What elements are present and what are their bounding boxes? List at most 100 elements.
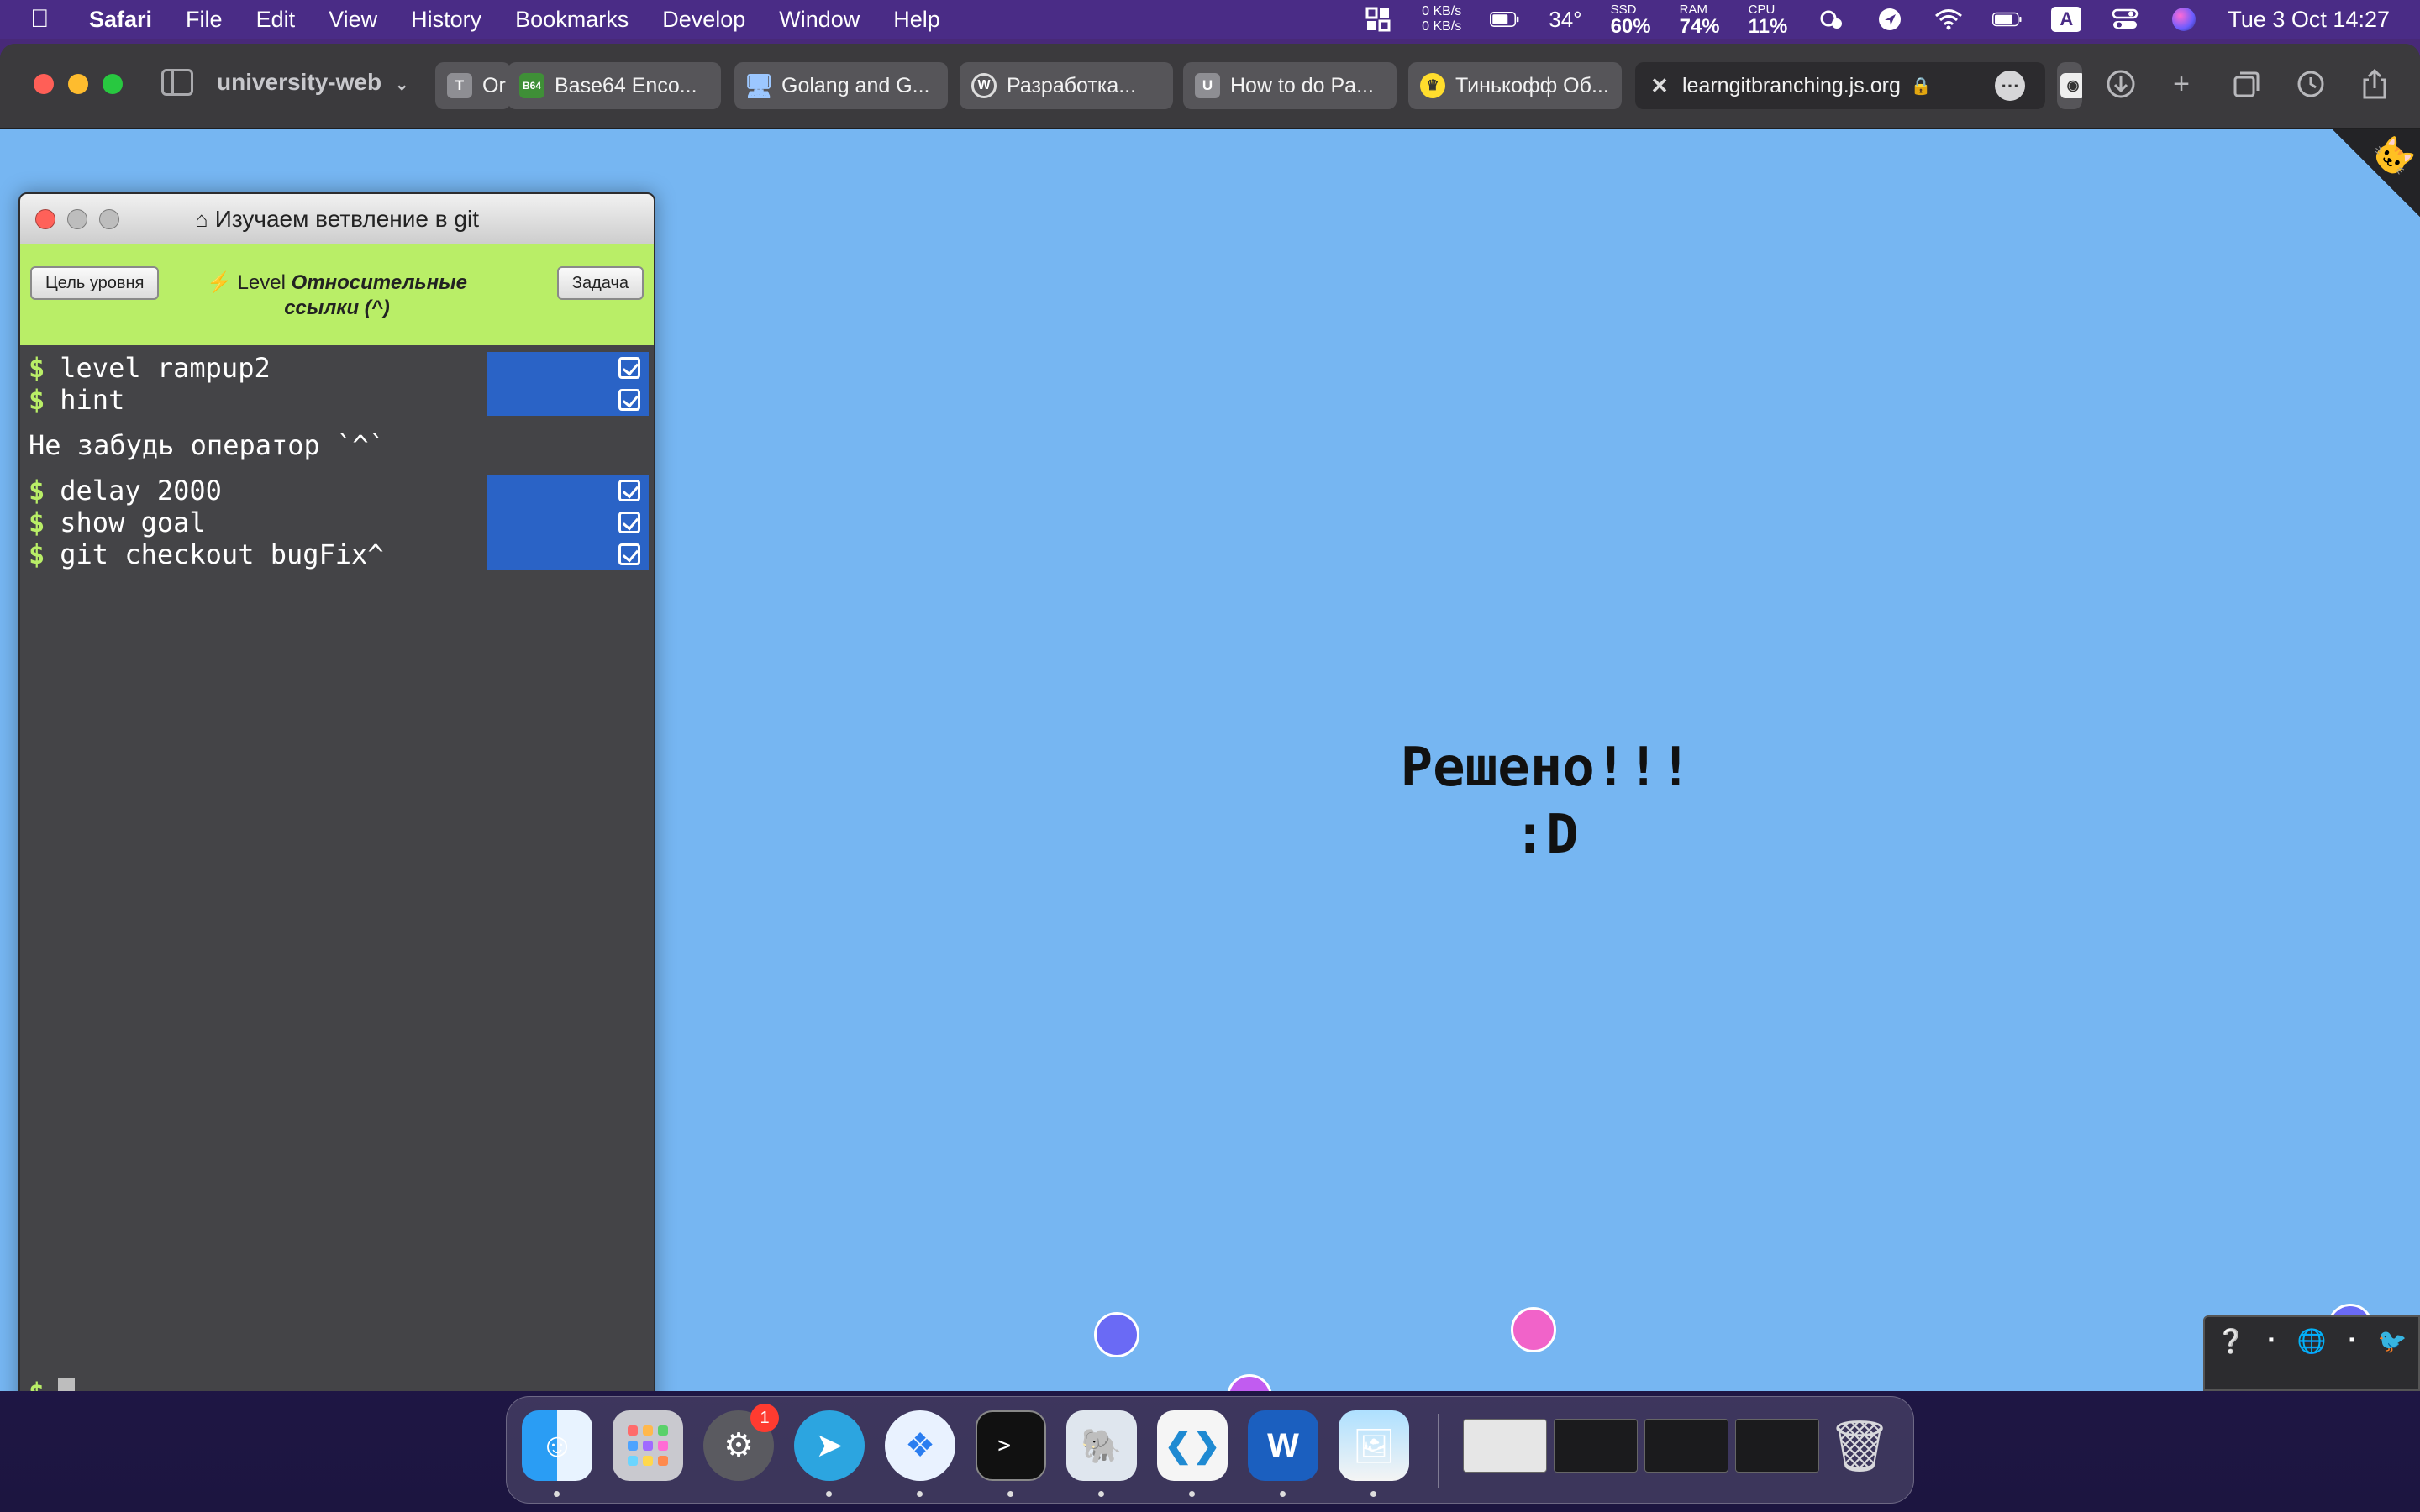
telegram-icon[interactable]: ➤ [794,1410,865,1481]
tab-3[interactable]: W Разработка... [960,62,1173,109]
level-goal-button[interactable]: Цель уровня [30,266,160,300]
check-icon [618,512,640,533]
objective-button[interactable]: Задача [556,266,644,300]
tab-label: learngitbranching.js.org [1682,73,1901,97]
battery-icon[interactable] [1992,7,2023,32]
minimize-window-button[interactable] [68,74,88,94]
temperature[interactable]: 34° [1549,7,1581,33]
safari-window: university-web ⌄ T Or B64 Base64 Enco...… [0,44,2420,1391]
close-icon[interactable]: ✕ [1647,73,1672,98]
prompt-symbol: $ [29,352,45,384]
input-source-icon[interactable]: A [2051,7,2082,32]
tab-label: Base64 Enco... [555,73,697,97]
close-window-button[interactable] [34,74,54,94]
monitor-icon: 🖥 [744,72,774,99]
github-corner-ribbon[interactable]: 🐱 [2333,129,2420,217]
terminal-window-controls [35,209,119,229]
apple-menu-icon[interactable]:  [30,5,64,34]
input-source-label: A [2051,7,2082,32]
commit-node[interactable] [1511,1307,1556,1352]
menu-develop[interactable]: Develop [662,7,745,33]
tab-overview-icon[interactable] [2228,66,2265,102]
command-status [487,384,649,416]
postgres-icon[interactable]: 🐘 [1066,1410,1137,1481]
menu-help[interactable]: Help [893,7,940,33]
cpu-stat[interactable]: CPU 11% [1749,3,1788,37]
separator-dot: ▪ [2349,1331,2355,1349]
bolt-icon: ⚡ [207,271,232,294]
tab-overflow[interactable]: ◉ [2057,62,2082,109]
sidebar-toggle-icon[interactable] [161,69,193,96]
command-input[interactable]: $ [29,1377,76,1391]
page-menu-icon[interactable]: ⋯ [1995,71,2025,101]
minimized-window-thumbnail[interactable] [1463,1419,1547,1473]
tab-0[interactable]: T Or [435,62,511,109]
globe-icon[interactable]: 🌐 [2297,1327,2327,1355]
minimized-window-thumbnail[interactable] [1644,1419,1728,1473]
word-icon[interactable]: W [1248,1410,1318,1481]
hint-output: Не забудь оператор `^` [29,429,385,461]
network-stat[interactable]: 0 KB/s 0 KB/s [1422,4,1461,34]
command-text: git checkout bugFix^ [60,538,384,570]
net-down: 0 KB/s [1422,19,1462,34]
menu-bookmarks[interactable]: Bookmarks [515,7,629,33]
location-icon[interactable] [1875,7,1905,32]
tab-5[interactable]: ♛ Тинькофф Об... [1408,62,1622,109]
chevron-down-icon: ⌄ [394,76,409,94]
menu-app-name[interactable]: Safari [89,7,152,33]
tab-group-name: university-web [217,69,382,95]
menu-edit[interactable]: Edit [256,7,296,33]
menu-history[interactable]: History [411,7,481,33]
battery-stat-icon[interactable] [1490,7,1520,32]
minimized-window-thumbnail[interactable] [1735,1419,1819,1473]
net-up: 0 KB/s [1422,4,1462,18]
ssd-value: 60% [1610,14,1651,38]
menu-bar:  Safari File Edit View History Bookmark… [0,0,2420,39]
terminal-zoom-button[interactable] [99,209,119,229]
menubar-clock[interactable]: Tue 3 Oct 14:27 [2228,7,2390,33]
menu-view[interactable]: View [329,7,377,33]
terminal-close-button[interactable] [35,209,55,229]
menu-window[interactable]: Window [779,7,860,33]
command-row: $ delay 2000 [20,475,654,507]
tab-label: How to do Pa... [1230,73,1374,97]
terminal-icon[interactable]: >_ [976,1410,1046,1481]
zoom-window-button[interactable] [103,74,123,94]
tab-2[interactable]: 🖥 Golang and G... [734,62,948,109]
prompt-symbol: $ [29,538,45,570]
stats-widget-icon[interactable] [1363,7,1393,32]
preview-icon[interactable]: 🖼 [1339,1410,1409,1481]
control-center-icon[interactable] [2110,7,2140,32]
minimized-window-thumbnail[interactable] [1554,1419,1638,1473]
tab-4[interactable]: U How to do Pa... [1183,62,1397,109]
weather-icon[interactable] [1816,7,1846,32]
help-icon[interactable]: ❔ [2217,1327,2246,1355]
lock-icon: 🔒 [1910,76,1932,96]
trash-icon[interactable]: 🗑 [1824,1410,1895,1481]
command-row: $ git checkout bugFix^ [20,538,654,570]
finder-icon[interactable]: ☺ [522,1410,592,1481]
share-icon[interactable] [2356,66,2393,102]
history-icon[interactable] [2292,66,2329,102]
launchpad-icon[interactable] [613,1410,683,1481]
downloads-icon[interactable] [2102,66,2139,102]
tab-1[interactable]: B64 Base64 Enco... [508,62,721,109]
menu-file[interactable]: File [186,7,223,33]
safari-toolbar: university-web ⌄ T Or B64 Base64 Enco...… [0,44,2420,129]
commit-node[interactable] [1094,1312,1139,1357]
twitter-icon[interactable]: 🐦 [2378,1327,2407,1355]
tab-active[interactable]: ✕ learngitbranching.js.org 🔒 [1635,62,2045,109]
window-controls [34,74,123,94]
gear-icon: ⚙ [723,1427,754,1464]
ssd-stat[interactable]: SSD 60% [1611,3,1651,37]
ram-stat[interactable]: RAM 74% [1680,3,1720,37]
tab-group-selector[interactable]: university-web ⌄ [217,69,409,96]
new-tab-icon[interactable]: + [2163,66,2200,102]
wifi-icon[interactable] [1933,7,1964,32]
commit-node[interactable] [1227,1374,1272,1391]
siri-icon[interactable] [2169,7,2199,32]
safari-icon[interactable]: ❖ [885,1410,955,1481]
vscode-icon[interactable]: ❮❯ [1157,1410,1228,1481]
terminal-minimize-button[interactable] [67,209,87,229]
system-settings-icon[interactable]: ⚙ 1 [703,1404,779,1481]
